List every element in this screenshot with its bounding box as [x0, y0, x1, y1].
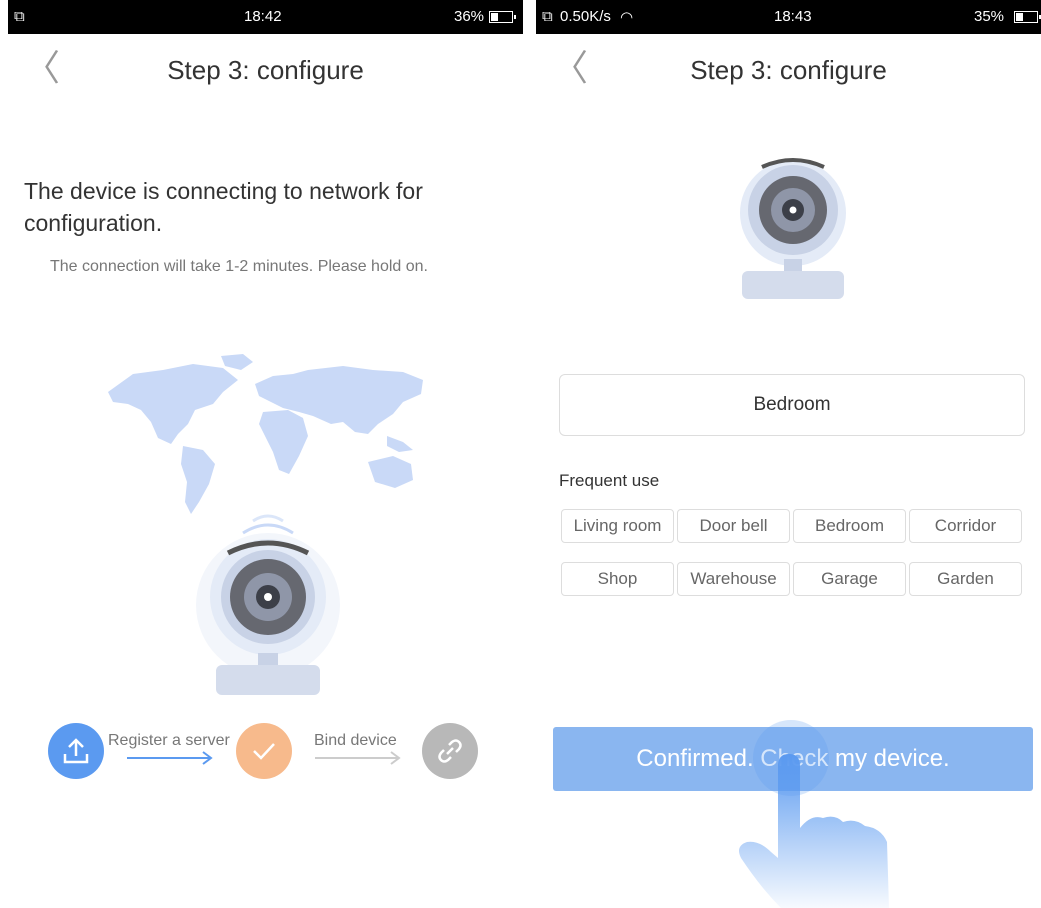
status-subheading: The connection will take 1-2 minutes. Pl…	[50, 258, 428, 275]
option-chip[interactable]: Bedroom	[793, 509, 906, 543]
link-step-icon	[422, 723, 478, 779]
register-step-icon	[48, 723, 104, 779]
battery-percent: 36%	[454, 8, 485, 25]
status-bar: ⧉ 18:42 36%	[8, 0, 523, 34]
check-icon	[253, 743, 275, 760]
battery-icon	[489, 11, 516, 23]
tap-hand-icon	[739, 720, 889, 908]
network-speed: 0.50K/s	[560, 8, 611, 25]
battery-percent: 35%	[974, 8, 1005, 25]
status-bar: ⧉ 0.50K/s ◠ 18:43 35%	[536, 0, 1041, 34]
status-time: 18:43	[774, 8, 812, 25]
wifi-icon: ◠	[620, 9, 634, 26]
option-chip[interactable]: Shop	[561, 562, 674, 596]
battery-icon	[1014, 11, 1041, 23]
world-map-illustration	[108, 354, 423, 514]
page-title: Step 3: configure	[167, 55, 364, 85]
option-chip[interactable]: Door bell	[677, 509, 790, 543]
left-screen: ⧉ 18:42 36% 〈 Step 3: configure The devi…	[8, 0, 523, 908]
sim-icon: ⧉	[14, 8, 25, 25]
option-chip[interactable]: Living room	[561, 509, 674, 543]
status-time: 18:42	[244, 8, 282, 25]
status-heading: The device is connecting to network for …	[24, 178, 423, 236]
bind-device-label: Bind device	[314, 732, 397, 749]
link-icon	[438, 739, 462, 763]
arrow-icon	[315, 751, 401, 765]
option-chip[interactable]: Warehouse	[677, 562, 790, 596]
bind-step-icon	[236, 723, 292, 779]
page-title: Step 3: configure	[690, 55, 887, 85]
camera-illustration	[196, 514, 340, 695]
device-name-input[interactable]: Bedroom	[559, 374, 1025, 436]
option-chip[interactable]: Garage	[793, 562, 906, 596]
arrow-icon	[127, 751, 213, 765]
register-server-label: Register a server	[108, 732, 230, 749]
upload-icon	[63, 738, 89, 764]
camera-illustration	[740, 158, 846, 299]
option-chip[interactable]: Corridor	[909, 509, 1022, 543]
right-screen: ⧉ 0.50K/s ◠ 18:43 35% 〈 Step 3: configur…	[536, 0, 1041, 908]
frequent-use-label: Frequent use	[559, 471, 660, 490]
option-chip[interactable]: Garden	[909, 562, 1022, 596]
sim-icon: ⧉	[542, 8, 553, 25]
